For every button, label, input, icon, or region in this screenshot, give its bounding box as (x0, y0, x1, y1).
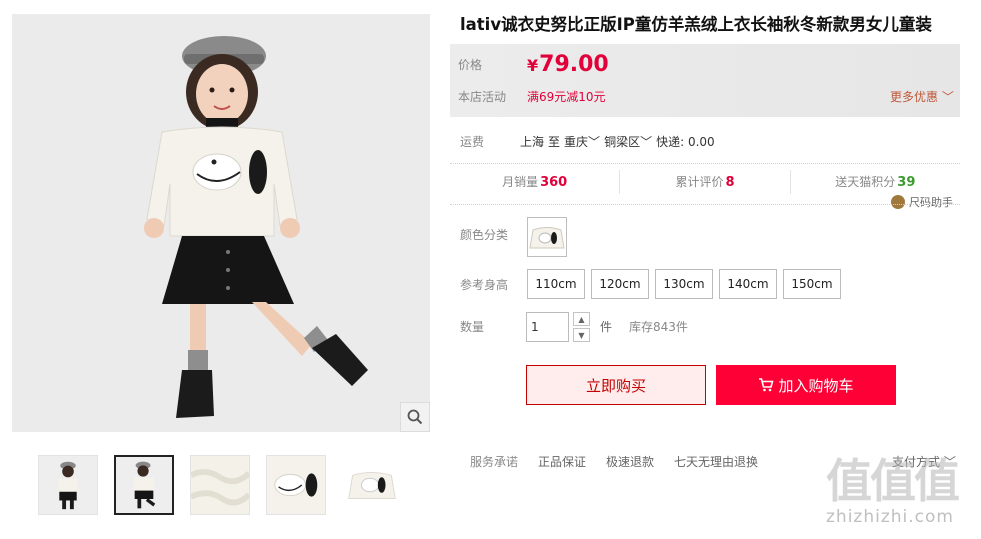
thumbnail-2-selected[interactable] (114, 455, 174, 515)
thumbnail-strip (38, 455, 402, 515)
tmall-points-value: 39 (897, 175, 916, 190)
more-deals-link[interactable]: 更多优惠 ﹀ (890, 88, 954, 105)
size-options: 110cm 120cm 130cm 140cm 150cm (527, 269, 841, 299)
chevron-down-icon: ﹀ (588, 135, 601, 149)
district-label: 铜梁区 (604, 135, 641, 149)
express-fee: 快递: 0.00 (656, 135, 715, 149)
shipping-info: 上海 至 重庆﹀ 铜梁区﹀ 快递: 0.00 (520, 133, 715, 150)
promo-label: 本店活动 (458, 90, 507, 104)
magnifier-icon (407, 409, 423, 425)
thumbnail-5[interactable] (342, 455, 402, 515)
price-label: 价格 (458, 58, 483, 72)
monthly-sales-label: 月销量 (502, 175, 539, 189)
tmall-points: 送天猫积分 39 (791, 170, 960, 194)
model-photo (12, 14, 430, 432)
shipping-label: 运费 (460, 135, 485, 149)
payment-label: 支付方式 (892, 455, 941, 469)
monthly-sales-value: 360 (540, 175, 568, 190)
thumbnail-4[interactable] (266, 455, 326, 515)
caret-up-icon: ▲ (578, 314, 585, 324)
monthly-sales: 月销量 360 (450, 170, 621, 194)
main-product-image[interactable] (12, 14, 430, 432)
add-to-cart-button[interactable]: 加入购物车 (716, 365, 896, 405)
price-amount: 79.00 (539, 52, 609, 77)
size-option-130[interactable]: 130cm (655, 269, 713, 299)
product-title: lativ诚衣史努比正版IP童仿羊羔绒上衣长袖秋冬新款男女儿童装 (460, 15, 932, 34)
zoom-button[interactable] (400, 402, 430, 432)
service-promise: 服务承诺 正品保证 极速退款 七天无理由退换 (470, 453, 778, 470)
district-select[interactable]: 铜梁区﹀ (604, 133, 652, 150)
buy-now-button[interactable]: 立即购买 (526, 365, 706, 405)
promo-text: 满69元减10元 (527, 90, 606, 104)
quantity-unit: 件 (600, 320, 613, 334)
quantity-input[interactable] (526, 312, 569, 342)
chevron-down-icon: ﹀ (941, 90, 954, 104)
chevron-down-icon: ﹀ (640, 135, 653, 149)
quantity-increase-button[interactable]: ▲ (573, 312, 590, 326)
chevron-down-icon: ﹀ (943, 455, 956, 469)
stats-bar: 月销量 360 累计评价 8 送天猫积分 39 (450, 170, 960, 194)
size-option-110[interactable]: 110cm (527, 269, 585, 299)
thumbnail-3[interactable] (190, 455, 250, 515)
service-item-fast-refund[interactable]: 极速退款 (606, 453, 654, 470)
watermark-url: zhizhizhi.com (826, 507, 954, 527)
review-count-value: 8 (725, 175, 735, 190)
add-to-cart-label: 加入购物车 (778, 376, 854, 395)
review-count-label: 累计评价 (675, 175, 724, 189)
quantity-label: 数量 (460, 320, 485, 334)
size-option-140[interactable]: 140cm (719, 269, 777, 299)
size-helper-label: 尺码助手 (909, 196, 953, 209)
ruler-icon (891, 195, 905, 209)
size-option-120[interactable]: 120cm (591, 269, 649, 299)
price-value: ¥ 79.00 (527, 52, 609, 77)
quantity-decrease-button[interactable]: ▼ (573, 328, 590, 342)
caret-down-icon: ▼ (578, 330, 585, 340)
buy-now-label: 立即购买 (585, 376, 646, 395)
divider (450, 204, 960, 205)
product-page: lativ诚衣史努比正版IP童仿羊羔绒上衣长袖秋冬新款男女儿童装 价格 ¥ 79… (0, 0, 981, 539)
thumbnail-1[interactable] (38, 455, 98, 515)
more-deals-label: 更多优惠 (890, 90, 939, 104)
divider (450, 163, 960, 164)
sweater-swatch-image (529, 227, 565, 249)
ship-to-word: 至 (548, 135, 561, 149)
cart-icon (759, 378, 775, 392)
color-label: 颜色分类 (460, 228, 509, 242)
tmall-points-label: 送天猫积分 (835, 175, 896, 189)
height-label: 参考身高 (460, 278, 509, 292)
payment-methods-link[interactable]: 支付方式 ﹀ (892, 453, 956, 470)
service-item-genuine[interactable]: 正品保证 (538, 453, 586, 470)
color-swatch[interactable] (527, 217, 567, 257)
size-helper-link[interactable]: 尺码助手 (891, 194, 953, 210)
service-label: 服务承诺 (470, 455, 519, 469)
city-select[interactable]: 重庆﹀ (564, 133, 600, 150)
size-option-150[interactable]: 150cm (783, 269, 841, 299)
ship-from: 上海 (520, 135, 545, 149)
review-count[interactable]: 累计评价 8 (620, 170, 791, 194)
service-item-7day-return[interactable]: 七天无理由退换 (674, 453, 758, 470)
stock-count: 库存843件 (629, 320, 688, 334)
city-label: 重庆 (564, 135, 589, 149)
currency-symbol: ¥ (527, 56, 539, 75)
